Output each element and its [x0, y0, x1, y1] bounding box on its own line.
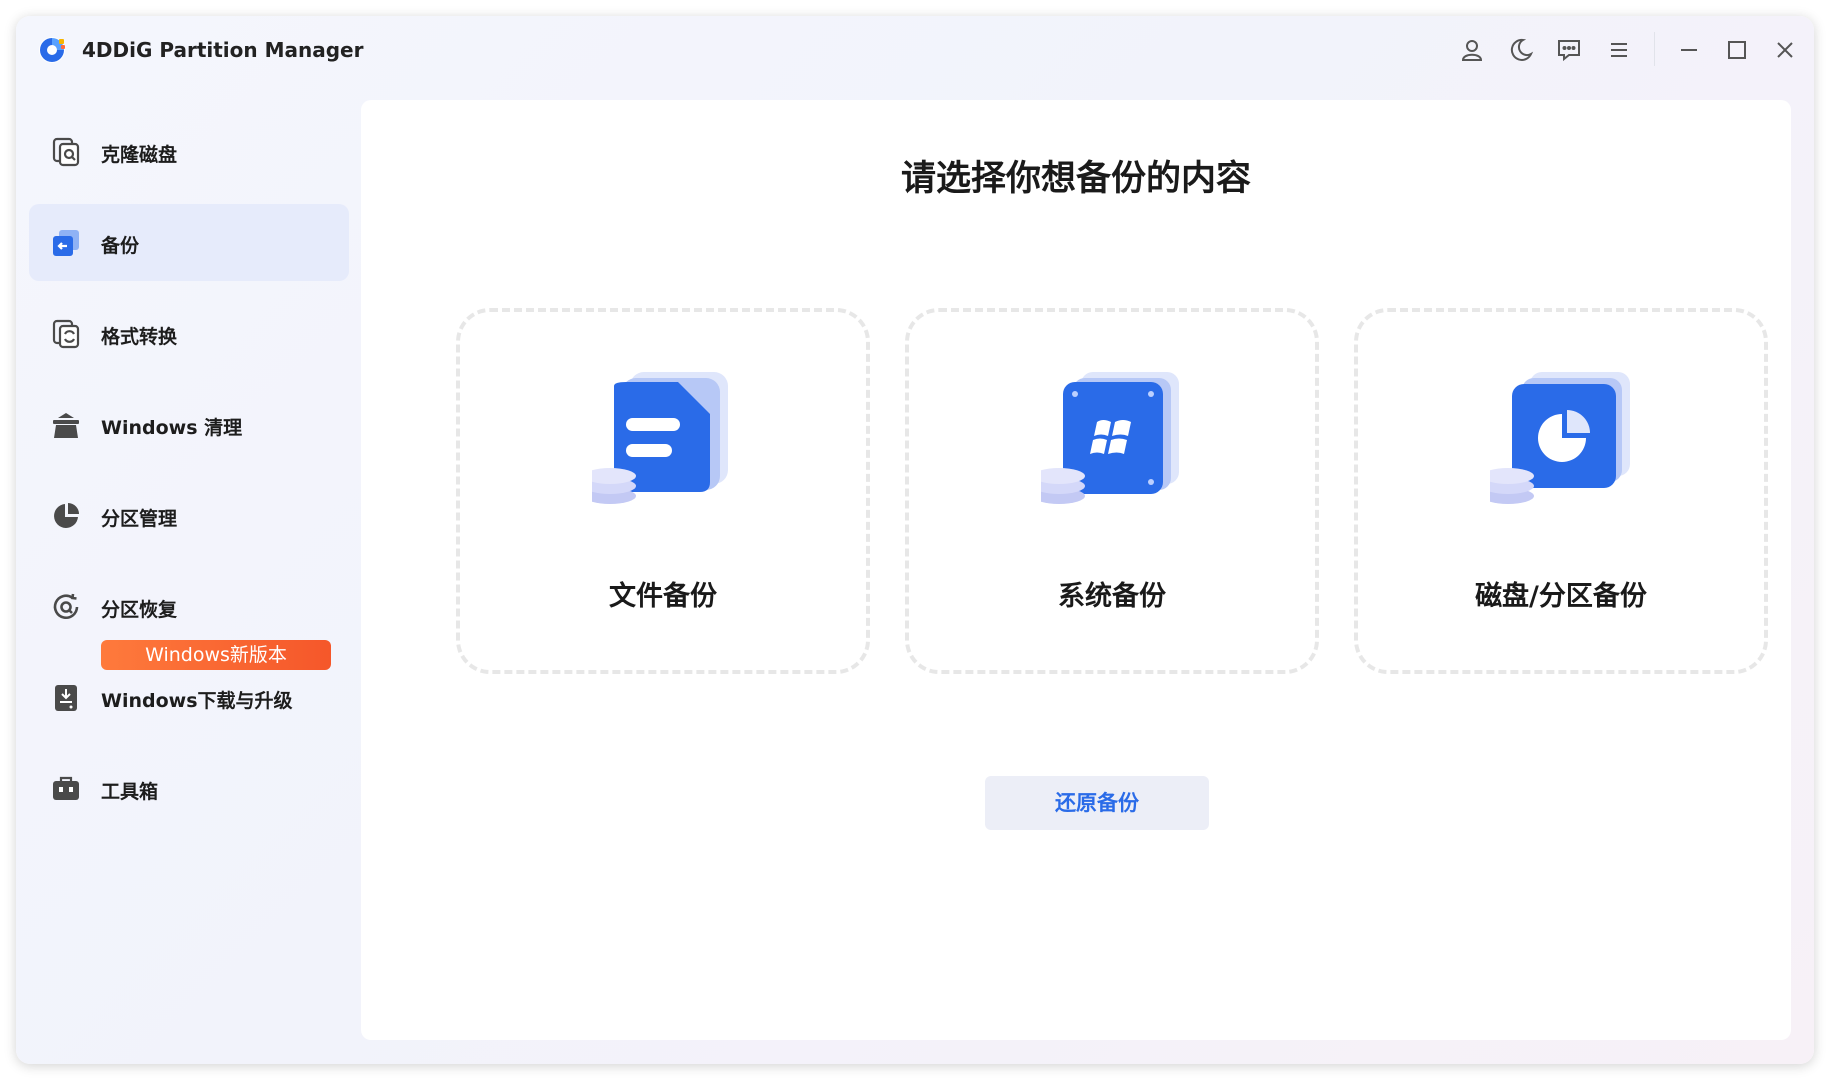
sidebar-item-toolbox[interactable]: 工具箱	[29, 750, 349, 827]
card-label: 系统备份	[1058, 581, 1166, 612]
app-logo-icon	[39, 37, 65, 63]
feedback-icon[interactable]	[1553, 34, 1585, 66]
disk-partition-backup-icon	[1490, 372, 1630, 504]
moon-icon[interactable]	[1505, 34, 1537, 66]
sidebar-item-convert[interactable]: 格式转换	[29, 295, 349, 372]
card-label: 文件备份	[609, 581, 717, 612]
clean-icon	[53, 413, 79, 438]
sidebar-item-label: Windows 清理	[101, 417, 243, 439]
sidebar-item-partition[interactable]: 分区管理	[29, 477, 349, 554]
card-label: 磁盘/分区备份	[1475, 581, 1647, 612]
system-backup-card[interactable]: 系统备份	[905, 308, 1319, 674]
disk-partition-backup-card[interactable]: 磁盘/分区备份	[1354, 308, 1768, 674]
sidebar-item-backup[interactable]: 备份	[29, 204, 349, 281]
app-window: 4DDiG Partition Manager 克隆磁盘 备份 格式转换 Win…	[16, 16, 1814, 1064]
minimize-icon[interactable]	[1673, 34, 1705, 66]
file-backup-icon	[592, 372, 728, 504]
page-title: 请选择你想备份的内容	[900, 159, 1251, 199]
maximize-icon[interactable]	[1721, 34, 1753, 66]
sidebar-item-recovery[interactable]: 分区恢复	[29, 568, 349, 645]
sidebar-item-label: 分区恢复	[101, 599, 178, 621]
sidebar-item-label: 克隆磁盘	[101, 144, 178, 166]
system-backup-icon	[1041, 372, 1179, 504]
menu-icon[interactable]	[1603, 34, 1635, 66]
sidebar-item-clean[interactable]: Windows 清理	[29, 386, 349, 463]
title-bar: 4DDiG Partition Manager	[16, 16, 1814, 82]
sidebar-item-label: 格式转换	[101, 326, 178, 348]
sidebar-item-download[interactable]: Windows下载与升级	[29, 659, 349, 736]
sidebar-item-label: 分区管理	[101, 508, 178, 530]
user-icon[interactable]	[1456, 34, 1488, 66]
convert-icon	[52, 319, 80, 349]
sidebar-item-label: Windows下载与升级	[101, 690, 293, 712]
sidebar-item-label: 备份	[101, 235, 140, 257]
close-icon[interactable]	[1769, 34, 1801, 66]
backup-icon	[53, 230, 79, 256]
download-icon	[55, 685, 77, 711]
recovery-icon	[53, 593, 79, 620]
file-backup-card[interactable]: 文件备份	[456, 308, 870, 674]
app-title: 4DDiG Partition Manager	[82, 38, 364, 62]
partition-icon	[54, 503, 79, 528]
sidebar-item-label: 工具箱	[101, 781, 159, 803]
toolbox-icon	[53, 776, 79, 800]
new-version-badge: Windows新版本	[101, 640, 331, 670]
clone-disk-icon	[52, 137, 80, 167]
sidebar-item-clone-disk[interactable]: 克隆磁盘	[29, 113, 349, 190]
main-panel: 请选择你想备份的内容 文件备份 系统备份 磁盘/分区备份 还原备份	[361, 100, 1791, 1040]
restore-backup-button[interactable]: 还原备份	[985, 776, 1209, 830]
titlebar-divider	[1654, 32, 1655, 66]
